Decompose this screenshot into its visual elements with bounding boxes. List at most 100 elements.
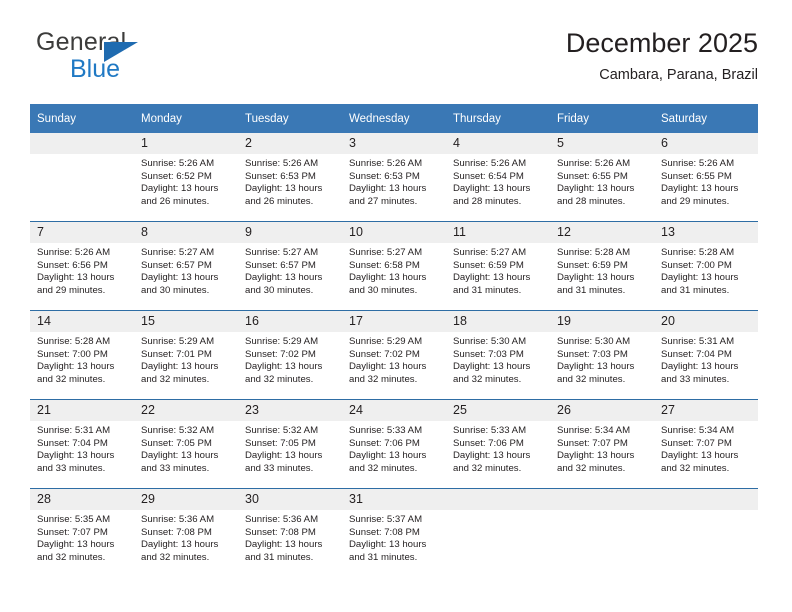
sunrise-text: Sunrise: 5:27 AM xyxy=(349,247,423,258)
calendar-day-cell[interactable]: 31 Sunrise: 5:37 AM Sunset: 7:08 PM Dayligh… xyxy=(342,488,446,577)
day-sun-info: Sunrise: 5:27 AM Sunset: 6:57 PM Daylight:… xyxy=(238,243,342,297)
daylight-text-line1: Daylight: 13 hours xyxy=(349,361,427,373)
calendar-day-cell[interactable]: 10 Sunrise: 5:27 AM Sunset: 6:58 PM Dayligh… xyxy=(342,221,446,311)
calendar-day-cell[interactable]: 27 Sunrise: 5:34 AM Sunset: 7:07 PM Dayligh… xyxy=(654,399,758,489)
sunrise-text: Sunrise: 5:27 AM xyxy=(141,247,215,258)
calendar-day-cell[interactable]: 14 Sunrise: 5:28 AM Sunset: 7:00 PM Dayligh… xyxy=(30,310,134,400)
sunrise-text: Sunrise: 5:32 AM xyxy=(141,425,215,436)
calendar-day-cell[interactable]: 9 Sunrise: 5:27 AM Sunset: 6:57 PM Daylight… xyxy=(238,221,342,311)
daylight-text-line2: and 32 minutes. xyxy=(349,462,418,474)
day-cell-content: 22 Sunrise: 5:32 AM Sunset: 7:05 PM Dayligh… xyxy=(134,400,238,488)
daylight-text-line1: Daylight: 13 hours xyxy=(557,361,635,373)
day-sun-info: Sunrise: 5:36 AM Sunset: 7:08 PM Daylight:… xyxy=(134,510,238,564)
sunset-text: Sunset: 7:01 PM xyxy=(141,348,212,360)
calendar-day-cell[interactable] xyxy=(446,488,550,577)
page-subtitle: Cambara, Parana, Brazil xyxy=(599,67,758,83)
day-number xyxy=(30,133,134,154)
calendar-day-cell[interactable]: 2 Sunrise: 5:26 AM Sunset: 6:53 PM Daylight… xyxy=(238,133,342,222)
generalblue-logo[interactable]: General Blue xyxy=(36,28,216,86)
daylight-text-line1: Daylight: 13 hours xyxy=(141,272,219,284)
weekday-header-sunday: Sunday xyxy=(30,104,134,133)
sunset-text: Sunset: 6:53 PM xyxy=(349,170,420,182)
day-cell-content: 26 Sunrise: 5:34 AM Sunset: 7:07 PM Dayligh… xyxy=(550,400,654,488)
sunset-text: Sunset: 7:04 PM xyxy=(661,348,732,360)
day-number: 3 xyxy=(342,133,446,154)
calendar-day-cell[interactable]: 16 Sunrise: 5:29 AM Sunset: 7:02 PM Dayligh… xyxy=(238,310,342,400)
sunrise-text: Sunrise: 5:26 AM xyxy=(349,158,423,169)
sunset-text: Sunset: 7:00 PM xyxy=(661,259,732,271)
daylight-text-line2: and 32 minutes. xyxy=(453,373,522,385)
daylight-text-line1: Daylight: 13 hours xyxy=(661,272,739,284)
calendar-day-cell[interactable] xyxy=(654,488,758,577)
weekday-header-wednesday: Wednesday xyxy=(342,104,446,133)
calendar-day-cell[interactable]: 24 Sunrise: 5:33 AM Sunset: 7:06 PM Dayligh… xyxy=(342,399,446,489)
day-cell-content: 9 Sunrise: 5:27 AM Sunset: 6:57 PM Daylight… xyxy=(238,222,342,310)
calendar-day-cell[interactable]: 3 Sunrise: 5:26 AM Sunset: 6:53 PM Daylight… xyxy=(342,133,446,222)
day-sun-info: Sunrise: 5:28 AM Sunset: 6:59 PM Daylight:… xyxy=(550,243,654,297)
calendar-day-cell[interactable]: 1 Sunrise: 5:26 AM Sunset: 6:52 PM Daylight… xyxy=(134,133,238,222)
day-cell-content: 28 Sunrise: 5:35 AM Sunset: 7:07 PM Dayligh… xyxy=(30,489,134,577)
daylight-text-line1: Daylight: 13 hours xyxy=(245,539,323,551)
day-number: 12 xyxy=(550,222,654,243)
day-sun-info: Sunrise: 5:27 AM Sunset: 6:59 PM Daylight:… xyxy=(446,243,550,297)
day-cell-content: 3 Sunrise: 5:26 AM Sunset: 6:53 PM Daylight… xyxy=(342,133,446,221)
day-sun-info xyxy=(30,154,134,158)
calendar-day-cell[interactable]: 22 Sunrise: 5:32 AM Sunset: 7:05 PM Dayligh… xyxy=(134,399,238,489)
day-number: 8 xyxy=(134,222,238,243)
daylight-text-line2: and 26 minutes. xyxy=(141,195,210,207)
day-cell-content: 14 Sunrise: 5:28 AM Sunset: 7:00 PM Dayligh… xyxy=(30,311,134,399)
calendar-day-cell[interactable]: 25 Sunrise: 5:33 AM Sunset: 7:06 PM Dayligh… xyxy=(446,399,550,489)
daylight-text-line1: Daylight: 13 hours xyxy=(245,361,323,373)
day-cell-content: 27 Sunrise: 5:34 AM Sunset: 7:07 PM Dayligh… xyxy=(654,400,758,488)
calendar-day-cell[interactable]: 11 Sunrise: 5:27 AM Sunset: 6:59 PM Dayligh… xyxy=(446,221,550,311)
day-number: 16 xyxy=(238,311,342,332)
calendar-day-cell[interactable]: 18 Sunrise: 5:30 AM Sunset: 7:03 PM Dayligh… xyxy=(446,310,550,400)
sunrise-text: Sunrise: 5:26 AM xyxy=(661,158,735,169)
sunset-text: Sunset: 6:57 PM xyxy=(245,259,316,271)
sunrise-text: Sunrise: 5:33 AM xyxy=(453,425,527,436)
calendar-day-cell[interactable]: 6 Sunrise: 5:26 AM Sunset: 6:55 PM Daylight… xyxy=(654,133,758,222)
calendar-day-cell[interactable]: 23 Sunrise: 5:32 AM Sunset: 7:05 PM Dayligh… xyxy=(238,399,342,489)
calendar-day-cell[interactable]: 12 Sunrise: 5:28 AM Sunset: 6:59 PM Dayligh… xyxy=(550,221,654,311)
day-sun-info: Sunrise: 5:34 AM Sunset: 7:07 PM Daylight:… xyxy=(550,421,654,475)
calendar-day-cell[interactable]: 4 Sunrise: 5:26 AM Sunset: 6:54 PM Daylight… xyxy=(446,133,550,222)
day-cell-content: 21 Sunrise: 5:31 AM Sunset: 7:04 PM Dayligh… xyxy=(30,400,134,488)
day-number: 28 xyxy=(30,489,134,510)
day-sun-info: Sunrise: 5:36 AM Sunset: 7:08 PM Daylight:… xyxy=(238,510,342,564)
daylight-text-line2: and 27 minutes. xyxy=(349,195,418,207)
daylight-text-line2: and 32 minutes. xyxy=(245,373,314,385)
calendar-day-cell[interactable]: 29 Sunrise: 5:36 AM Sunset: 7:08 PM Dayligh… xyxy=(134,488,238,577)
calendar-day-cell[interactable]: 5 Sunrise: 5:26 AM Sunset: 6:55 PM Daylight… xyxy=(550,133,654,222)
calendar-day-cell[interactable]: 20 Sunrise: 5:31 AM Sunset: 7:04 PM Dayligh… xyxy=(654,310,758,400)
daylight-text-line1: Daylight: 13 hours xyxy=(661,183,739,195)
daylight-text-line2: and 26 minutes. xyxy=(245,195,314,207)
sunrise-text: Sunrise: 5:34 AM xyxy=(661,425,735,436)
daylight-text-line2: and 28 minutes. xyxy=(557,195,626,207)
sunrise-text: Sunrise: 5:29 AM xyxy=(349,336,423,347)
calendar-day-cell[interactable]: 17 Sunrise: 5:29 AM Sunset: 7:02 PM Dayligh… xyxy=(342,310,446,400)
day-cell-content: 8 Sunrise: 5:27 AM Sunset: 6:57 PM Daylight… xyxy=(134,222,238,310)
day-sun-info xyxy=(446,510,550,514)
day-sun-info xyxy=(550,510,654,514)
weekday-header-tuesday: Tuesday xyxy=(238,104,342,133)
calendar-day-cell[interactable]: 8 Sunrise: 5:27 AM Sunset: 6:57 PM Daylight… xyxy=(134,221,238,311)
sunrise-text: Sunrise: 5:36 AM xyxy=(141,514,215,525)
sunrise-text: Sunrise: 5:33 AM xyxy=(349,425,423,436)
calendar-day-cell[interactable]: 30 Sunrise: 5:36 AM Sunset: 7:08 PM Dayligh… xyxy=(238,488,342,577)
daylight-text-line1: Daylight: 13 hours xyxy=(37,361,115,373)
daylight-text-line1: Daylight: 13 hours xyxy=(141,450,219,462)
calendar-day-cell[interactable] xyxy=(30,133,134,222)
calendar-day-cell[interactable]: 13 Sunrise: 5:28 AM Sunset: 7:00 PM Dayligh… xyxy=(654,221,758,311)
day-number: 1 xyxy=(134,133,238,154)
day-cell-content: 31 Sunrise: 5:37 AM Sunset: 7:08 PM Dayligh… xyxy=(342,489,446,577)
sunset-text: Sunset: 6:55 PM xyxy=(557,170,628,182)
day-cell-content: 16 Sunrise: 5:29 AM Sunset: 7:02 PM Dayligh… xyxy=(238,311,342,399)
calendar-day-cell[interactable]: 21 Sunrise: 5:31 AM Sunset: 7:04 PM Dayligh… xyxy=(30,399,134,489)
calendar-day-cell[interactable]: 19 Sunrise: 5:30 AM Sunset: 7:03 PM Dayligh… xyxy=(550,310,654,400)
calendar-day-cell[interactable]: 28 Sunrise: 5:35 AM Sunset: 7:07 PM Dayligh… xyxy=(30,488,134,577)
calendar-day-cell[interactable]: 15 Sunrise: 5:29 AM Sunset: 7:01 PM Dayligh… xyxy=(134,310,238,400)
day-sun-info: Sunrise: 5:31 AM Sunset: 7:04 PM Daylight:… xyxy=(30,421,134,475)
calendar-day-cell[interactable]: 7 Sunrise: 5:26 AM Sunset: 6:56 PM Daylight… xyxy=(30,221,134,311)
calendar-day-cell[interactable] xyxy=(550,488,654,577)
calendar-day-cell[interactable]: 26 Sunrise: 5:34 AM Sunset: 7:07 PM Dayligh… xyxy=(550,399,654,489)
